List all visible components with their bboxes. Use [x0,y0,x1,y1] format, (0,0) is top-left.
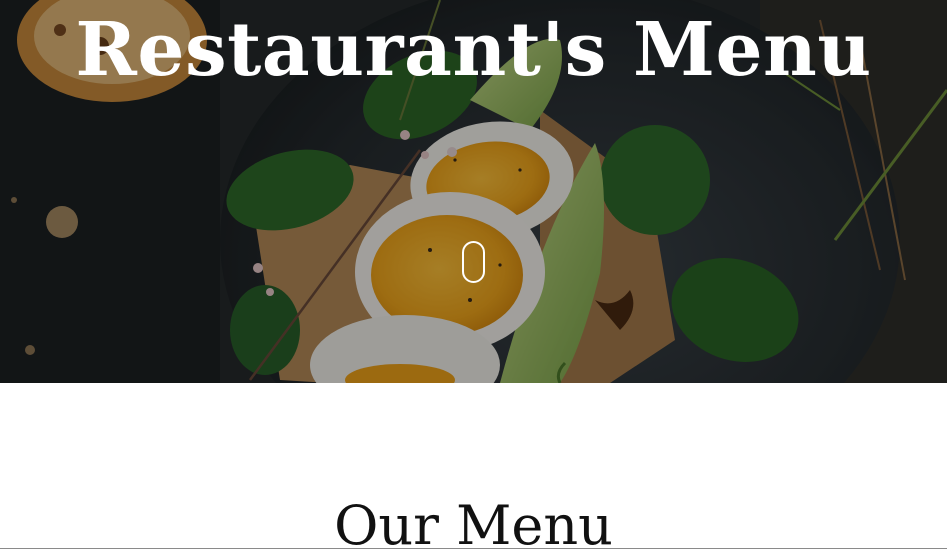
hero-banner: Restaurant's Menu [0,0,947,383]
section-divider [0,548,947,549]
hero-title: Restaurant's Menu [75,7,872,93]
menu-section: Our Menu [0,383,947,552]
mouse-scroll-icon[interactable] [462,241,485,283]
menu-section-title: Our Menu [334,494,613,552]
